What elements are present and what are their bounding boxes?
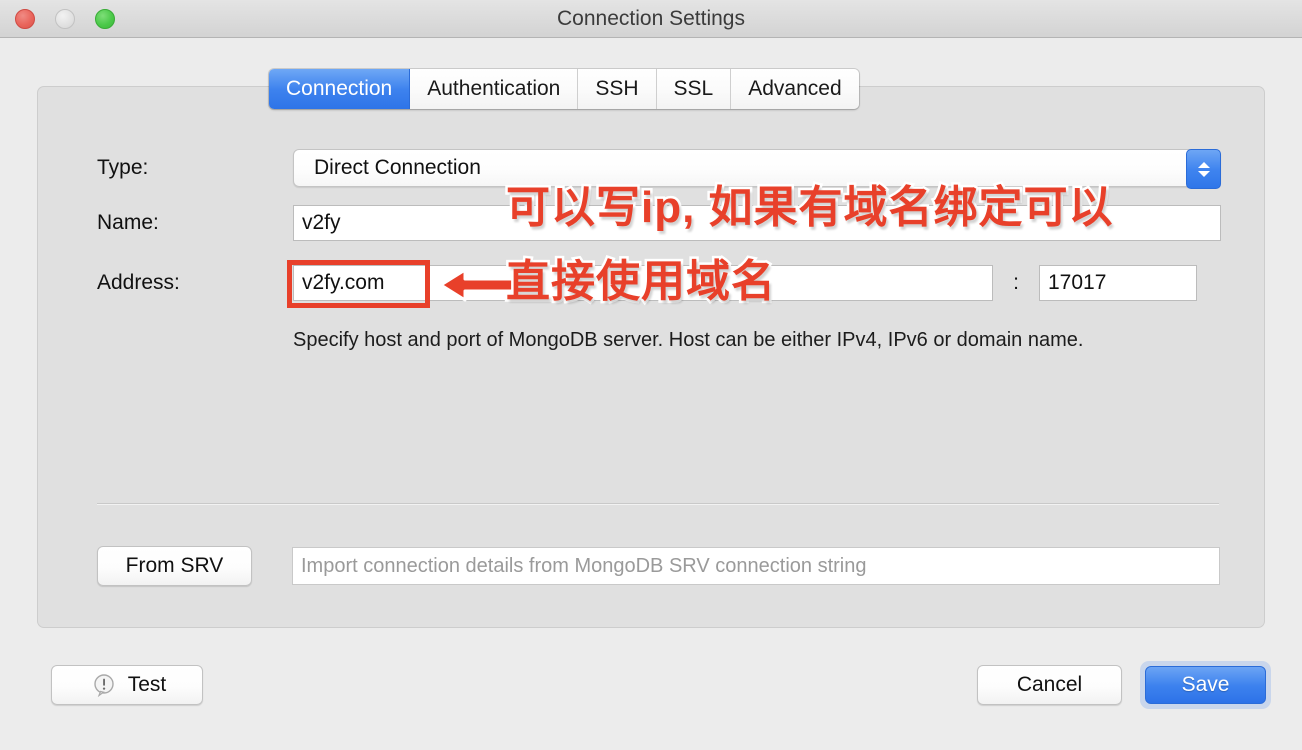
panel-divider [97,503,1219,505]
save-button-focus-ring: Save [1140,661,1271,709]
chevron-up-icon [1197,161,1210,168]
tab-ssh[interactable]: SSH [578,69,657,109]
chevron-down-icon [1197,170,1210,177]
window-title: Connection Settings [557,7,745,30]
window-titlebar: Connection Settings [0,0,1302,38]
address-help-text: Specify host and port of MongoDB server.… [293,329,1084,351]
address-input[interactable]: v2fy.com [293,265,993,301]
save-button[interactable]: Save [1145,666,1266,704]
tab-authentication[interactable]: Authentication [410,69,579,109]
type-row: Type: Direct Connection [97,149,1227,189]
cancel-button[interactable]: Cancel [977,665,1122,705]
test-connection-button[interactable]: Test [51,665,203,705]
type-label: Type: [97,156,149,179]
connection-type-value: Direct Connection [314,156,481,179]
connection-type-dropdown[interactable]: Direct Connection [293,149,1221,189]
test-button-label: Test [127,673,167,696]
name-row: Name: v2fy [97,205,1227,241]
from-srv-button[interactable]: From SRV [97,546,252,586]
tab-connection[interactable]: Connection [269,69,411,109]
dropdown-stepper-icon[interactable] [1186,149,1221,189]
tab-ssl[interactable]: SSL [656,69,732,109]
srv-row: From SRV Import connection details from … [97,546,1227,586]
name-input[interactable]: v2fy [293,205,1221,241]
address-label: Address: [97,271,180,294]
connection-settings-panel: Type: Direct Connection Name: v2fy Addre… [37,86,1265,628]
address-row: Address: v2fy.com : 17017 [97,265,1227,301]
name-label: Name: [97,211,159,234]
port-separator: : [1013,271,1019,294]
srv-connection-string-input[interactable]: Import connection details from MongoDB S… [292,547,1220,585]
tab-advanced[interactable]: Advanced [731,69,859,109]
port-input[interactable]: 17017 [1039,265,1197,301]
alert-bubble-icon [94,674,114,697]
settings-tab-bar: Connection Authentication SSH SSL Advanc… [269,69,859,109]
